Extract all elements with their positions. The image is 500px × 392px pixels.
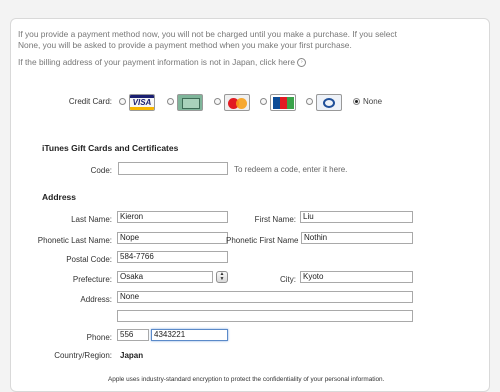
gift-cards-heading: iTunes Gift Cards and Certificates [42,143,179,153]
billing-link-text[interactable]: If the billing address of your payment i… [18,57,295,67]
postal-code-input[interactable]: 584-7766 [117,251,228,263]
city-input[interactable]: Kyoto [300,271,413,283]
code-label: Code: [90,166,112,175]
gift-code-hint: To redeem a code, enter it here. [234,165,348,174]
first-name-label: First Name: [254,215,296,224]
radio-diners[interactable] [306,98,313,105]
phone-number-input[interactable]: 4343221 [151,329,228,341]
radio-visa[interactable] [119,98,126,105]
phone-area-code-input[interactable]: 556 [117,329,149,341]
address-heading: Address [42,192,77,202]
last-name-label: Last Name: [71,215,112,224]
arrow-circle-icon[interactable]: › [297,58,307,68]
country-label: Country/Region: [54,351,112,360]
first-name-input[interactable]: Liu [300,211,413,223]
encryption-notice: Apple uses industry-standard encryption … [108,376,385,383]
mastercard-card-icon[interactable] [224,94,250,111]
gift-code-input[interactable] [118,162,228,175]
last-name-input[interactable]: Kieron [117,211,228,223]
phonetic-last-name-input[interactable]: Nope [117,232,228,244]
phonetic-last-name-label: Phonetic Last Name: [37,236,112,245]
phone-label: Phone: [86,333,112,342]
city-label: City: [280,275,296,284]
radio-amex[interactable] [167,98,174,105]
prefecture-dropdown-stepper[interactable]: ▲ ▼ [216,271,228,283]
jcb-card-icon[interactable] [270,94,296,111]
billing-link-row[interactable]: If the billing address of your payment i… [18,57,488,68]
prefecture-select[interactable]: Osaka [117,271,213,283]
postal-code-label: Postal Code: [66,255,112,264]
address-line-1-input[interactable]: None [117,291,413,303]
phonetic-first-name-label: Phonetic First Name [226,236,299,245]
intro-line-2: None, you will be asked to provide a pay… [18,40,352,50]
radio-none[interactable] [353,98,360,105]
prefecture-label: Prefecture: [72,275,112,284]
address-line-2-input[interactable] [117,310,413,322]
diners-card-icon[interactable] [316,94,342,111]
credit-card-label: Credit Card: [68,97,112,106]
radio-mastercard[interactable] [214,98,221,105]
visa-card-icon[interactable]: VISA [129,94,155,111]
radio-jcb[interactable] [260,98,267,105]
phonetic-first-name-input[interactable]: Nothin [301,232,413,244]
address-label: Address: [80,295,112,304]
intro-line-1: If you provide a payment method now, you… [18,29,397,39]
amex-card-icon[interactable] [177,94,203,111]
none-label[interactable]: None [363,97,382,106]
country-value: Japan [120,351,144,360]
